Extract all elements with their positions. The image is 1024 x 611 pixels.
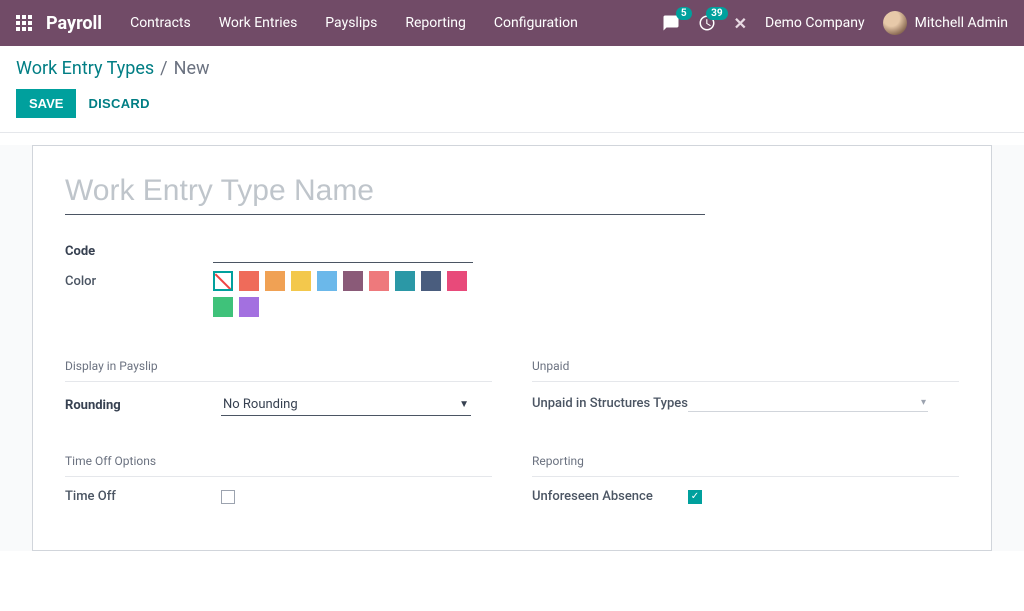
code-label: Code (65, 241, 213, 259)
color-picker (213, 271, 473, 317)
activities-count: 39 (706, 7, 727, 20)
user-name: Mitchell Admin (915, 15, 1008, 31)
menu-reporting[interactable]: Reporting (405, 15, 466, 31)
unpaid-struct-label: Unpaid in Structures Types (532, 396, 688, 411)
menu-contracts[interactable]: Contracts (130, 15, 191, 31)
caret-down-icon: ▾ (921, 397, 926, 408)
color-swatch[interactable] (239, 297, 259, 317)
app-brand[interactable]: Payroll (46, 13, 102, 34)
color-swatch[interactable] (369, 271, 389, 291)
messages-icon[interactable]: 5 (662, 14, 680, 32)
breadcrumb-separator: / (160, 58, 167, 79)
rounding-label: Rounding (65, 398, 221, 413)
menu-configuration[interactable]: Configuration (494, 15, 578, 31)
color-swatch[interactable] (395, 271, 415, 291)
color-swatch[interactable] (447, 271, 467, 291)
unpaid-struct-select[interactable]: ▾ (688, 394, 928, 412)
navbar-right: 5 39 ✕ Demo Company Mitchell Admin (662, 11, 1008, 35)
unforeseen-label: Unforeseen Absence (532, 489, 688, 504)
col-reporting: Reporting Unforeseen Absence ✓ (532, 454, 959, 514)
color-label: Color (65, 271, 213, 289)
timeoff-checkbox[interactable] (221, 490, 235, 504)
form-columns-1: Display in Payslip Rounding No Rounding … (65, 359, 959, 426)
col-unpaid: Unpaid Unpaid in Structures Types ▾ (532, 359, 959, 426)
avatar (883, 11, 907, 35)
col-timeoff: Time Off Options Time Off (65, 454, 492, 514)
messages-count: 5 (676, 7, 692, 20)
menu-work-entries[interactable]: Work Entries (219, 15, 298, 31)
color-swatch[interactable] (343, 271, 363, 291)
color-swatch[interactable] (239, 271, 259, 291)
timeoff-label: Time Off (65, 489, 221, 504)
rounding-select[interactable]: No Rounding ▼ (221, 394, 471, 416)
activities-icon[interactable]: 39 (698, 14, 716, 32)
top-navbar: Payroll Contracts Work Entries Payslips … (0, 0, 1024, 46)
save-button[interactable]: SAVE (16, 89, 76, 118)
unforeseen-checkbox[interactable]: ✓ (688, 490, 702, 504)
code-input[interactable] (213, 241, 473, 263)
form-sheet: Code Color (32, 145, 992, 551)
section-reporting-title: Reporting (532, 454, 959, 477)
action-buttons: SAVE DISCARD (16, 89, 1008, 118)
name-input[interactable] (65, 170, 705, 215)
color-swatch[interactable] (265, 271, 285, 291)
breadcrumb-parent[interactable]: Work Entry Types (16, 58, 154, 79)
menu-payslips[interactable]: Payslips (325, 15, 377, 31)
col-payslip: Display in Payslip Rounding No Rounding … (65, 359, 492, 426)
main-menu: Contracts Work Entries Payslips Reportin… (130, 15, 578, 31)
color-swatch[interactable] (317, 271, 337, 291)
sheet-background: Code Color (0, 145, 1024, 551)
rounding-value: No Rounding (223, 397, 298, 412)
color-swatch[interactable] (213, 297, 233, 317)
apps-icon[interactable] (16, 15, 32, 31)
close-icon[interactable]: ✕ (734, 14, 747, 33)
company-switcher[interactable]: Demo Company (765, 15, 865, 31)
color-swatch[interactable] (291, 271, 311, 291)
breadcrumb: Work Entry Types / New (16, 58, 1008, 79)
user-menu[interactable]: Mitchell Admin (883, 11, 1008, 35)
caret-down-icon: ▼ (459, 399, 469, 410)
form-columns-2: Time Off Options Time Off Reporting Unfo… (65, 454, 959, 514)
color-swatch-none[interactable] (213, 271, 233, 291)
control-bar: Work Entry Types / New SAVE DISCARD (0, 46, 1024, 133)
breadcrumb-current: New (174, 58, 210, 79)
section-timeoff-title: Time Off Options (65, 454, 492, 477)
color-swatch[interactable] (421, 271, 441, 291)
section-unpaid-title: Unpaid (532, 359, 959, 382)
section-payslip-title: Display in Payslip (65, 359, 492, 382)
discard-button[interactable]: DISCARD (88, 96, 149, 111)
